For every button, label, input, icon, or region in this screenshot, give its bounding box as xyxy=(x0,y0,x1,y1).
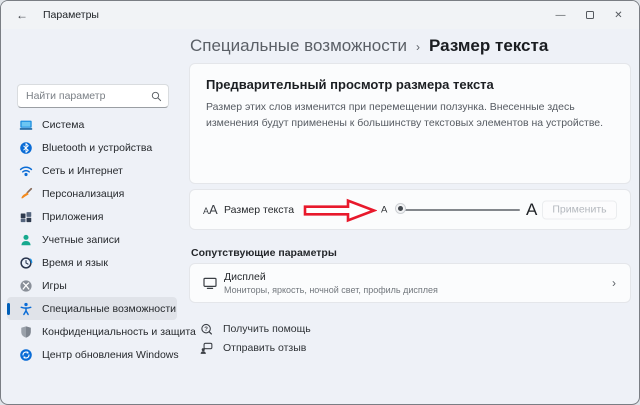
privacy-icon xyxy=(19,325,33,339)
apps-icon xyxy=(19,210,33,224)
feedback-icon xyxy=(200,342,213,355)
text-size-label: Размер текста xyxy=(224,204,294,216)
maximize-icon xyxy=(586,11,594,19)
sidebar-item-label: Время и язык xyxy=(42,257,108,269)
text-size-slider[interactable] xyxy=(394,190,522,229)
personalization-icon xyxy=(19,187,33,201)
sidebar-item-label: Система xyxy=(42,119,84,131)
chevron-right-icon: › xyxy=(612,276,616,290)
sidebar-item-label: Специальные возможности xyxy=(42,303,176,315)
send-feedback-link[interactable]: Отправить отзыв xyxy=(189,340,306,356)
sidebar-nav: Система Bluetooth и устройства Сеть и Ин… xyxy=(7,113,177,366)
search-input[interactable] xyxy=(26,90,151,102)
minimize-button[interactable]: — xyxy=(546,1,575,29)
display-row-subtitle: Мониторы, яркость, ночной свет, профиль … xyxy=(224,285,438,295)
breadcrumb: Специальные возможности › Размер текста xyxy=(190,34,548,58)
page-title: Размер текста xyxy=(429,36,548,56)
related-settings-heading: Сопутствующие параметры xyxy=(191,247,337,259)
help-icon: ? xyxy=(200,323,213,336)
main-content: Специальные возможности › Размер текста … xyxy=(189,29,631,404)
sidebar-item-label: Игры xyxy=(42,280,67,292)
sidebar-item-gaming[interactable]: Игры xyxy=(7,274,177,297)
sidebar-item-bluetooth[interactable]: Bluetooth и устройства xyxy=(7,136,177,159)
slider-thumb[interactable] xyxy=(395,203,406,214)
display-icon xyxy=(202,275,218,291)
accounts-icon xyxy=(19,233,33,247)
breadcrumb-parent[interactable]: Специальные возможности xyxy=(190,36,407,56)
slider-track[interactable] xyxy=(396,209,520,211)
titlebar: ← Параметры — ✕ xyxy=(1,1,639,29)
maximize-button[interactable] xyxy=(575,1,604,29)
sidebar-item-label: Персонализация xyxy=(42,188,124,200)
sidebar-item-label: Учетные записи xyxy=(42,234,120,246)
preview-card-description: Размер этих слов изменится при перемещен… xyxy=(206,100,612,132)
bluetooth-icon xyxy=(19,141,33,155)
display-row-title: Дисплей xyxy=(224,271,266,283)
sidebar-item-network[interactable]: Сеть и Интернет xyxy=(7,159,177,182)
sidebar-item-label: Конфиденциальность и защита xyxy=(42,326,196,338)
sidebar-item-label: Сеть и Интернет xyxy=(42,165,123,177)
text-size-preview-card: Предварительный просмотр размера текста … xyxy=(189,63,631,184)
search-box[interactable] xyxy=(17,84,169,108)
window-controls: — ✕ xyxy=(546,1,633,29)
send-feedback-label: Отправить отзыв xyxy=(223,342,306,354)
get-help-link[interactable]: ? Получить помощь xyxy=(189,321,311,337)
time-language-icon xyxy=(19,256,33,270)
slider-max-label: A xyxy=(526,200,537,220)
gaming-icon xyxy=(19,279,33,293)
breadcrumb-separator-icon: › xyxy=(416,40,420,54)
sidebar-item-time-language[interactable]: Время и язык xyxy=(7,251,177,274)
sidebar-item-system[interactable]: Система xyxy=(7,113,177,136)
get-help-label: Получить помощь xyxy=(223,323,311,335)
accessibility-icon xyxy=(19,302,33,316)
svg-text:?: ? xyxy=(204,325,208,332)
windows-update-icon xyxy=(19,348,33,362)
sidebar-item-privacy[interactable]: Конфиденциальность и защита xyxy=(7,320,177,343)
text-size-setting-card: AA Размер текста A A Применить xyxy=(189,189,631,230)
slider-min-label: A xyxy=(381,204,387,215)
app-title: Параметры xyxy=(43,9,99,21)
sidebar-item-accounts[interactable]: Учетные записи xyxy=(7,228,177,251)
close-button[interactable]: ✕ xyxy=(604,1,633,29)
search-icon xyxy=(151,91,162,102)
sidebar-item-apps[interactable]: Приложения xyxy=(7,205,177,228)
sidebar-item-personalization[interactable]: Персонализация xyxy=(7,182,177,205)
sidebar-item-label: Bluetooth и устройства xyxy=(42,142,152,154)
sidebar-item-label: Центр обновления Windows xyxy=(42,349,179,361)
settings-window: ← Параметры — ✕ Система Bluetooth и устр… xyxy=(0,0,640,405)
display-settings-row[interactable]: Дисплей Мониторы, яркость, ночной свет, … xyxy=(189,263,631,303)
text-size-icon: AA xyxy=(203,201,218,219)
sidebar: Система Bluetooth и устройства Сеть и Ин… xyxy=(1,29,183,404)
back-button[interactable]: ← xyxy=(9,5,35,25)
preview-card-title: Предварительный просмотр размера текста xyxy=(206,77,614,92)
apply-button[interactable]: Применить xyxy=(542,200,617,219)
sidebar-item-windows-update[interactable]: Центр обновления Windows xyxy=(7,343,177,366)
system-icon xyxy=(19,118,33,132)
sidebar-item-accessibility[interactable]: Специальные возможности xyxy=(7,297,177,320)
network-icon xyxy=(19,164,33,178)
annotation-arrow-icon xyxy=(303,198,377,223)
sidebar-item-label: Приложения xyxy=(42,211,103,223)
selection-accent-bar xyxy=(7,303,10,315)
